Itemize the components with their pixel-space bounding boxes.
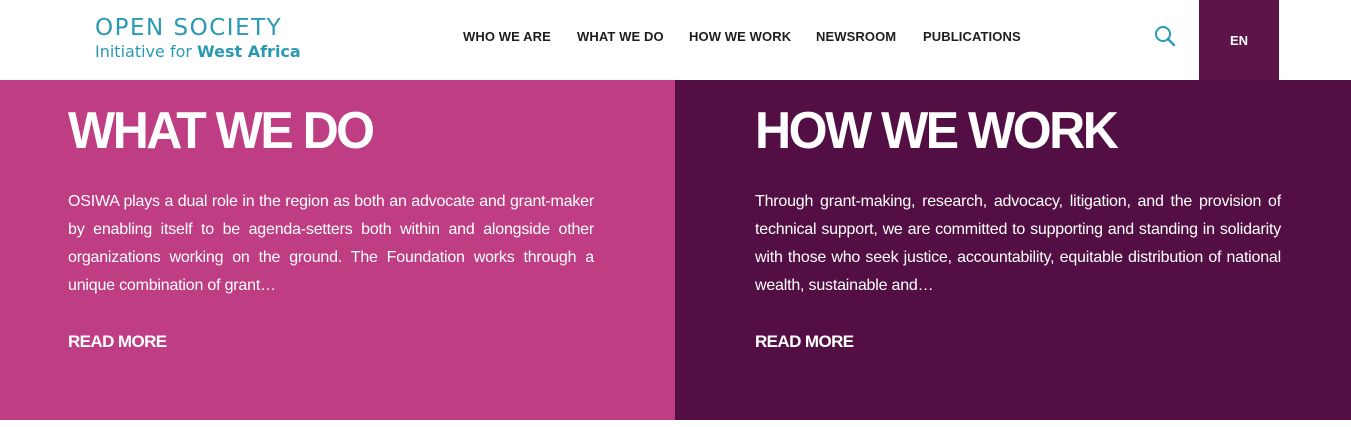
nav-publications[interactable]: PUBLICATIONS (923, 29, 1021, 44)
panel-description: Through grant-making, research, advocacy… (755, 193, 1281, 294)
site-header: OPEN SOCIETY Initiative for West Africa … (0, 0, 1351, 80)
logo-subtitle-region: West Africa (197, 42, 301, 61)
logo-subtitle-prefix: Initiative for (95, 42, 198, 61)
panel-title: HOW WE WORK (755, 101, 1119, 160)
nav-newsroom[interactable]: NEWSROOM (816, 29, 896, 44)
search-icon (1155, 26, 1176, 47)
search-button[interactable] (1154, 25, 1176, 47)
logo-subtitle: Initiative for West Africa (95, 41, 301, 62)
read-more-link[interactable]: READ MORE (755, 332, 854, 352)
nav-who-we-are[interactable]: WHO WE ARE (463, 29, 551, 44)
language-switcher[interactable]: EN (1199, 0, 1279, 80)
how-we-work-panel: HOW WE WORK Through grant-making, resear… (675, 80, 1351, 420)
panel-title: WHAT WE DO (68, 101, 375, 160)
what-we-do-panel: WHAT WE DO OSIWA plays a dual role in th… (0, 80, 675, 420)
site-logo[interactable]: OPEN SOCIETY Initiative for West Africa (95, 16, 301, 62)
nav-what-we-do[interactable]: WHAT WE DO (577, 29, 664, 44)
nav-how-we-work[interactable]: HOW WE WORK (689, 29, 791, 44)
read-more-link[interactable]: READ MORE (68, 332, 167, 352)
panel-description: OSIWA plays a dual role in the region as… (68, 193, 594, 294)
logo-title: OPEN SOCIETY (95, 15, 283, 41)
